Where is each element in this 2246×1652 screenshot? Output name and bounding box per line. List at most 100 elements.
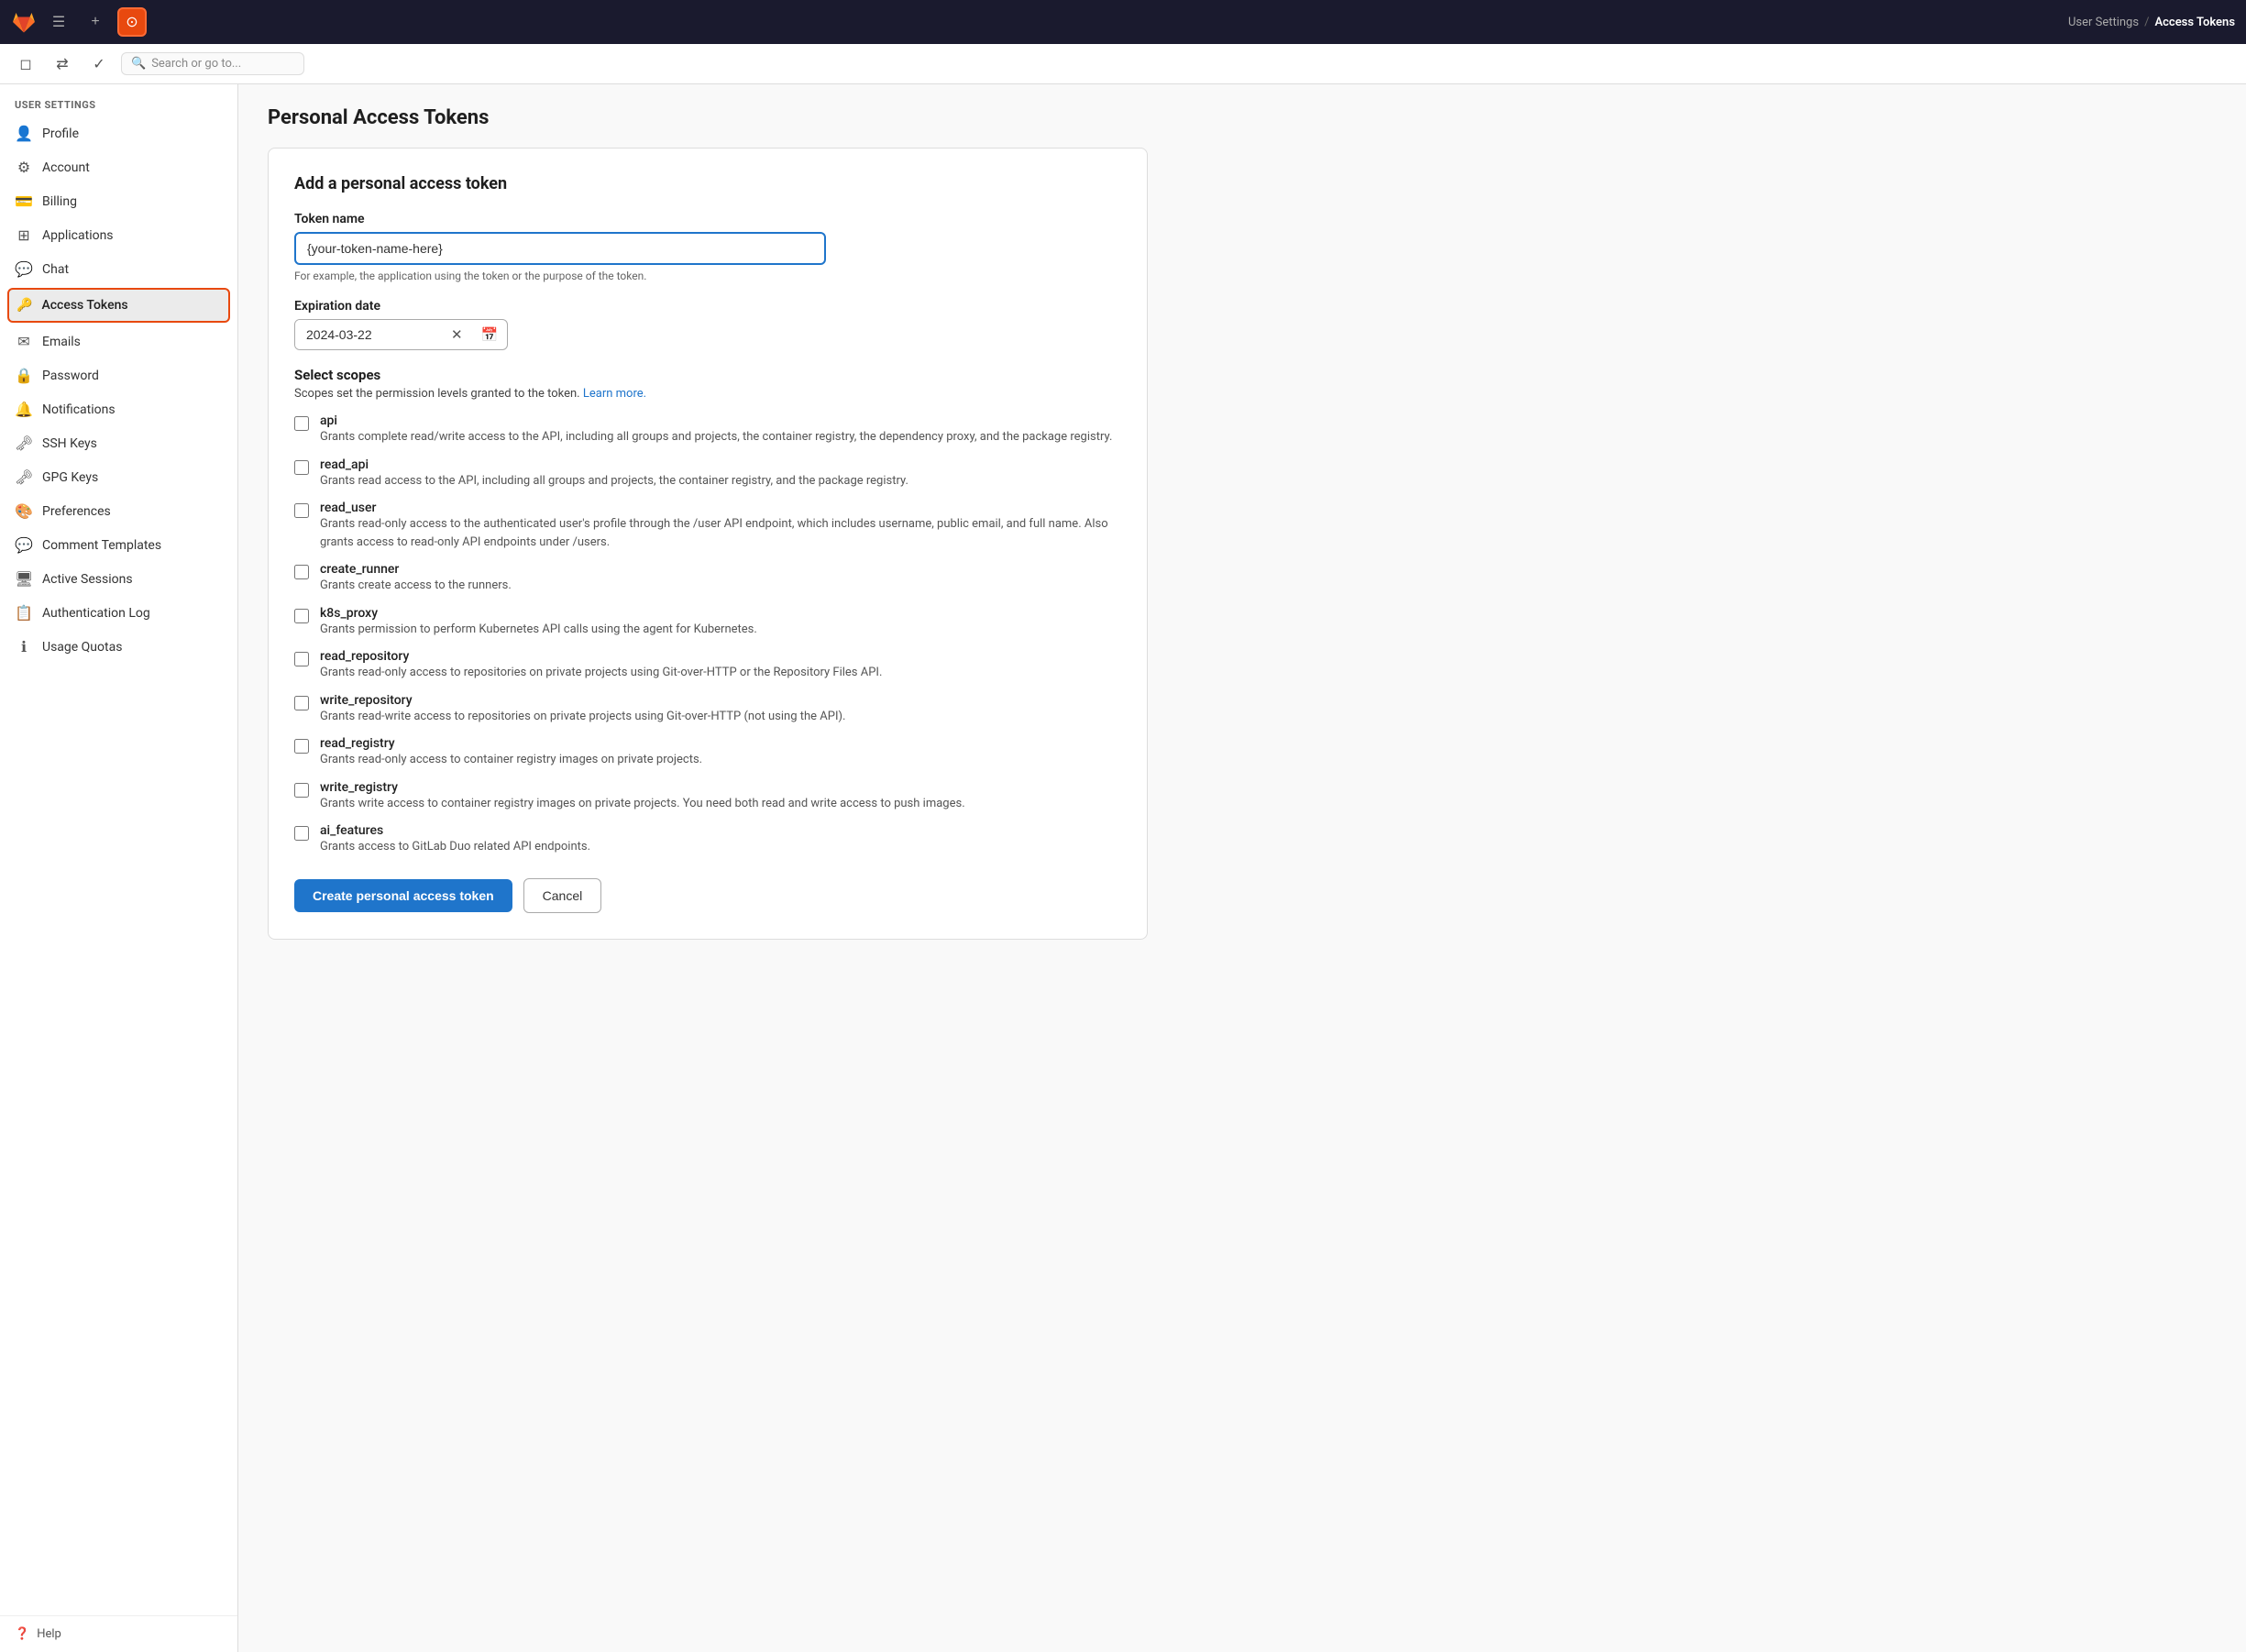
breadcrumb-current: Access Tokens — [2154, 16, 2235, 29]
scope-name: k8s_proxy — [320, 606, 757, 621]
usage-quotas-icon: ℹ — [15, 638, 33, 655]
main-layout: User settings 👤 Profile ⚙ Account 💳 Bill… — [0, 84, 2246, 1652]
scope-item: ai_features Grants access to GitLab Duo … — [294, 823, 1121, 856]
sidebar-item-password[interactable]: 🔒 Password — [0, 358, 237, 392]
date-input[interactable] — [295, 320, 442, 349]
scopes-container: api Grants complete read/write access to… — [294, 413, 1121, 856]
scope-item: write_registry Grants write access to co… — [294, 780, 1121, 813]
learn-more-link[interactable]: Learn more. — [583, 387, 646, 401]
scope-checkbox-read_registry[interactable] — [294, 739, 309, 754]
sidebar-item-label: Notifications — [42, 402, 116, 417]
sidebar-toggle-btn[interactable]: ☰ — [44, 7, 73, 37]
scope-checkbox-write_registry[interactable] — [294, 783, 309, 798]
sidebar-section-title: User settings — [0, 84, 237, 116]
sidebar-item-comment-templates[interactable]: 💬 Comment Templates — [0, 528, 237, 562]
scope-content-write_repository: write_repository Grants read-write acces… — [320, 693, 845, 726]
scope-desc: Grants read access to the API, including… — [320, 472, 908, 490]
active-sessions-icon: 🖥 — [15, 570, 33, 588]
authentication-log-icon: 📋 — [15, 604, 33, 622]
scope-name: write_registry — [320, 780, 965, 795]
scope-content-read_repository: read_repository Grants read-only access … — [320, 649, 882, 682]
scope-checkbox-k8s_proxy[interactable] — [294, 609, 309, 623]
new-item-btn[interactable]: + — [81, 7, 110, 37]
scope-name: create_runner — [320, 562, 512, 577]
scope-desc: Grants create access to the runners. — [320, 577, 512, 595]
cancel-btn[interactable]: Cancel — [523, 878, 602, 913]
sidebar-item-label: Usage Quotas — [42, 640, 122, 655]
preferences-icon: 🎨 — [15, 502, 33, 520]
scope-content-ai_features: ai_features Grants access to GitLab Duo … — [320, 823, 590, 856]
merge-request-icon[interactable]: ⇄ — [48, 50, 77, 79]
scope-name: write_repository — [320, 693, 845, 708]
scope-desc: Grants read-write access to repositories… — [320, 708, 845, 726]
sidebar-item-notifications[interactable]: 🔔 Notifications — [0, 392, 237, 426]
scope-item: read_api Grants read access to the API, … — [294, 457, 1121, 490]
form-buttons: Create personal access token Cancel — [294, 878, 1121, 913]
page-title: Personal Access Tokens — [268, 106, 2217, 129]
scope-checkbox-read_repository[interactable] — [294, 652, 309, 666]
sidebar-item-label: Applications — [42, 228, 114, 243]
breadcrumb: User Settings / Access Tokens — [2068, 16, 2235, 29]
scope-item: read_repository Grants read-only access … — [294, 649, 1121, 682]
token-name-input[interactable] — [294, 232, 826, 265]
ssh-keys-icon: 🗝 — [15, 435, 33, 452]
sidebar-item-label: SSH Keys — [42, 436, 97, 451]
sidebar-item-authentication-log[interactable]: 📋 Authentication Log — [0, 596, 237, 630]
breadcrumb-parent[interactable]: User Settings — [2068, 16, 2139, 29]
scope-checkbox-read_api[interactable] — [294, 460, 309, 475]
sidebar-item-label: Preferences — [42, 504, 111, 519]
todo-icon[interactable]: ◻ — [11, 50, 40, 79]
comment-templates-icon: 💬 — [15, 536, 33, 554]
calendar-btn[interactable]: 📅 — [472, 321, 508, 348]
scope-name: read_registry — [320, 736, 702, 751]
gpg-keys-icon: 🗝 — [15, 468, 33, 486]
sidebar-item-preferences[interactable]: 🎨 Preferences — [0, 494, 237, 528]
account-icon: ⚙ — [15, 159, 33, 176]
sidebar-item-usage-quotas[interactable]: ℹ Usage Quotas — [0, 630, 237, 664]
scope-checkbox-ai_features[interactable] — [294, 826, 309, 841]
sidebar-item-profile[interactable]: 👤 Profile — [0, 116, 237, 150]
scope-checkbox-api[interactable] — [294, 416, 309, 431]
sidebar-item-access-tokens[interactable]: 🔑 Access Tokens — [7, 288, 230, 323]
sidebar-item-chat[interactable]: 💬 Chat — [0, 252, 237, 286]
sidebar-item-label: Authentication Log — [42, 606, 150, 621]
scope-checkbox-read_user[interactable] — [294, 503, 309, 518]
sidebar-item-active-sessions[interactable]: 🖥 Active Sessions — [0, 562, 237, 596]
scope-item: read_user Grants read-only access to the… — [294, 501, 1121, 551]
token-name-label: Token name — [294, 212, 1121, 226]
sidebar-item-gpg-keys[interactable]: 🗝 GPG Keys — [0, 460, 237, 494]
sidebar-item-label: GPG Keys — [42, 470, 98, 485]
notifications-icon: 🔔 — [15, 401, 33, 418]
expiration-date-group: Expiration date ✕ 📅 — [294, 299, 1121, 350]
sidebar-item-label: Access Tokens — [41, 298, 127, 313]
sidebar-item-billing[interactable]: 💳 Billing — [0, 184, 237, 218]
clear-date-btn[interactable]: ✕ — [442, 321, 472, 348]
sidebar-item-account[interactable]: ⚙ Account — [0, 150, 237, 184]
help-label: Help — [37, 1627, 61, 1641]
gitlab-logo[interactable] — [11, 9, 37, 35]
scope-desc: Grants complete read/write access to the… — [320, 428, 1112, 446]
scope-checkbox-write_repository[interactable] — [294, 696, 309, 710]
emails-icon: ✉ — [15, 333, 33, 350]
sidebar-item-ssh-keys[interactable]: 🗝 SSH Keys — [0, 426, 237, 460]
password-icon: 🔒 — [15, 367, 33, 384]
sidebar-item-label: Billing — [42, 194, 77, 209]
sidebar-item-applications[interactable]: ⊞ Applications — [0, 218, 237, 252]
scope-checkbox-create_runner[interactable] — [294, 565, 309, 579]
scope-name: read_repository — [320, 649, 882, 664]
date-input-row: ✕ 📅 — [294, 319, 508, 350]
create-token-btn[interactable]: Create personal access token — [294, 879, 512, 912]
board-view-btn[interactable]: ⊙ — [117, 7, 147, 37]
scope-desc: Grants permission to perform Kubernetes … — [320, 621, 757, 639]
sidebar-help[interactable]: ❓ Help — [0, 1615, 237, 1652]
sidebar-item-label: Account — [42, 160, 90, 175]
search-bar[interactable]: 🔍 Search or go to... — [121, 52, 304, 75]
sidebar-item-label: Password — [42, 369, 99, 383]
scope-desc: Grants read-only access to container reg… — [320, 751, 702, 769]
scope-item: k8s_proxy Grants permission to perform K… — [294, 606, 1121, 639]
sidebar-item-emails[interactable]: ✉ Emails — [0, 325, 237, 358]
sidebar-item-label: Emails — [42, 335, 81, 349]
expiration-date-label: Expiration date — [294, 299, 1121, 314]
issues-icon[interactable]: ✓ — [84, 50, 114, 79]
card-title: Add a personal access token — [294, 174, 1121, 193]
